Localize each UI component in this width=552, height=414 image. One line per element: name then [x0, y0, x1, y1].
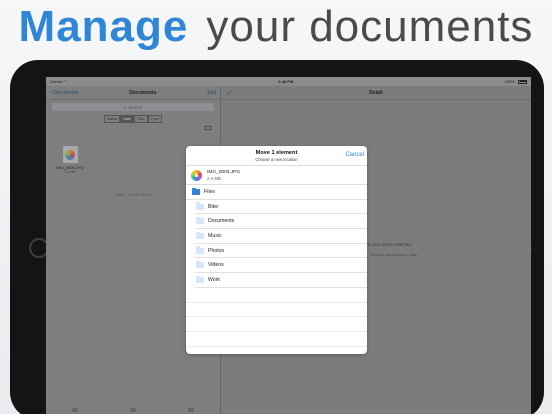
- folder-row-music[interactable]: Music: [195, 229, 367, 244]
- master-title: Documents: [129, 89, 157, 96]
- folder-row-videos[interactable]: Videos: [195, 258, 367, 274]
- folder-icon: [196, 202, 204, 210]
- battery-percent: 100%: [504, 79, 515, 84]
- empty-state-subtitle: Select a document to view: [370, 252, 417, 257]
- sort-option-date[interactable]: Date: [120, 115, 135, 123]
- folder-row-bike[interactable]: Bike: [195, 200, 367, 215]
- photos-icon: [65, 149, 75, 160]
- folder-icon: [192, 187, 200, 195]
- folder-label: Videos: [208, 262, 224, 269]
- battery-icon: [518, 79, 527, 84]
- detail-title: Detail: [369, 89, 383, 96]
- folder-icon: [196, 246, 204, 254]
- folder-row-files[interactable]: Files: [186, 185, 367, 200]
- folder-row-photos[interactable]: Photos: [195, 244, 367, 259]
- master-navbar: ‹ Documents Documents Edit: [46, 86, 220, 100]
- file-size: 2.4 MB: [64, 170, 76, 174]
- selected-file-name: IMG_0003.JPG: [207, 169, 241, 175]
- folder-label: Documents: [208, 218, 235, 225]
- carrier-label: Carrier: [50, 79, 63, 84]
- folder-row-work[interactable]: Work: [195, 273, 367, 288]
- headline-rest: your documents: [206, 2, 534, 51]
- upload-icon[interactable]: [130, 408, 136, 412]
- folder-row-documents[interactable]: Documents: [195, 214, 367, 230]
- selected-file: IMG_0003.JPG 2.4 MB: [186, 166, 367, 185]
- sort-option-name[interactable]: Name: [104, 115, 121, 123]
- settings-icon[interactable]: [188, 408, 194, 412]
- empty-row: [186, 288, 367, 303]
- back-label: Documents: [53, 89, 79, 96]
- empty-row: [186, 332, 367, 347]
- back-button[interactable]: ‹ Documents: [50, 90, 78, 96]
- selected-file-size: 2.4 MB: [207, 175, 221, 181]
- folder-label: Photos: [208, 247, 225, 254]
- search-icon: ⌕: [123, 104, 127, 110]
- dialog-header: Move 1 element Choose a new location Can…: [186, 146, 367, 166]
- headline-accent: Manage: [18, 2, 189, 51]
- sort-segmented-control: Name Date Size Type: [46, 115, 220, 123]
- folder-icon: [196, 217, 204, 225]
- empty-state-title: No document selected: [366, 242, 411, 247]
- photos-icon: [191, 169, 202, 181]
- cancel-button[interactable]: Cancel: [345, 152, 364, 158]
- bottom-toolbar: [46, 408, 220, 414]
- search-placeholder: Search: [128, 104, 143, 110]
- edit-button[interactable]: Edit: [207, 90, 216, 96]
- move-dialog: Move 1 element Choose a new location Can…: [186, 146, 367, 354]
- chevron-left-icon: ‹: [50, 89, 52, 96]
- dialog-title: Move 1 element: [255, 150, 298, 156]
- wifi-icon: ◠: [63, 79, 67, 84]
- sort-option-size[interactable]: Size: [134, 115, 148, 123]
- folder-icon: [196, 231, 204, 239]
- dialog-subtitle: Choose a new location: [255, 157, 298, 162]
- status-time: 1:40 PM: [278, 79, 294, 84]
- empty-row: [186, 317, 367, 332]
- folder-icon: [196, 261, 204, 269]
- file-item[interactable]: IMG_0003.JPG 2.4 MB: [56, 146, 84, 174]
- search-input[interactable]: ⌕ Search: [52, 103, 214, 111]
- folder-icon: [196, 275, 204, 283]
- folder-label: Files: [204, 188, 215, 195]
- folder-label: Work: [208, 276, 221, 283]
- detail-navbar: ⤢ Detail: [221, 86, 531, 100]
- expand-icon[interactable]: ⤢: [227, 90, 231, 96]
- share-icon[interactable]: [72, 408, 78, 412]
- folder-label: Bike: [208, 203, 219, 210]
- status-bar: Carrier ◠ 1:40 PM 100%: [46, 77, 531, 86]
- headline: Manage your documents: [0, 0, 552, 54]
- sort-option-type[interactable]: Type: [147, 115, 162, 123]
- list-view-icon[interactable]: [204, 126, 212, 130]
- file-thumbnail: [62, 146, 78, 163]
- empty-row: [186, 303, 367, 318]
- folder-label: Music: [208, 232, 222, 239]
